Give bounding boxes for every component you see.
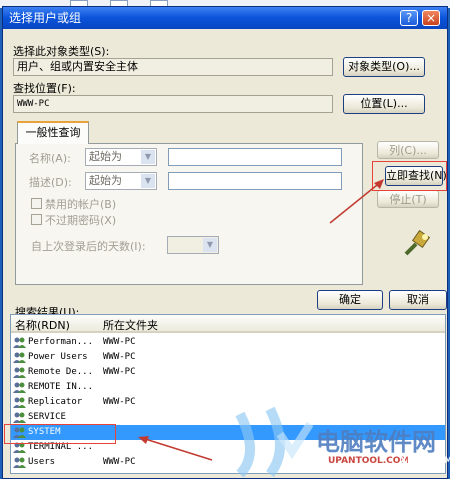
watermark-site: XP85.COM [400,456,450,466]
close-button[interactable]: × [422,10,440,26]
title-bar: 选择用户或组 ? × [3,7,447,29]
row-name: REMOTE IN... [28,382,94,392]
results-header: 名称(RDN) 所在文件夹 [11,315,445,333]
row-name: Remote De... [28,367,94,377]
no-expire-password-label: 不过期密码(X) [45,214,117,227]
arrow-annotation [138,436,213,461]
days-since-logon-select[interactable]: ▼ [167,236,219,254]
row-folder: WWW-PC [103,457,136,467]
row-folder: WWW-PC [103,367,136,377]
days-since-logon-label: 自上次登录后的天数(I): [31,240,146,253]
description-mode-select[interactable]: 起始为 ▼ [85,172,157,190]
object-type-value: 用户、组或内置安全主体 [13,58,333,76]
description-input[interactable] [168,172,342,190]
row-folder: WWW-PC [103,352,136,362]
user-group-icon [13,382,26,393]
location-label: 查找位置(F): [13,82,76,95]
row-name: Performan... [28,337,94,347]
row-folder: WWW-PC [103,337,136,347]
row-folder: WWW-PC [103,397,136,407]
row-name: Users [28,457,56,467]
user-group-icon [13,352,26,363]
row-name: Replicator [28,397,83,407]
row-name: SERVICE [28,412,66,422]
chevron-down-icon: ▼ [203,238,217,252]
name-mode-value: 起始为 [89,150,122,163]
description-label: 描述(D): [29,176,72,189]
name-input[interactable] [168,148,342,166]
row-name: Power Users [28,352,88,362]
watermark: 电脑软件网 UPANTOOL.COM XP85.COM [230,398,450,479]
search-flashlight-icon [404,230,431,256]
location-value: WWW-PC [13,95,333,113]
help-button[interactable]: ? [400,10,418,26]
column-header-name[interactable]: 名称(RDN) [15,317,70,333]
description-mode-value: 起始为 [89,174,122,187]
chevron-down-icon: ▼ [141,150,155,164]
name-label: 名称(A): [29,152,71,165]
user-group-icon [13,397,26,408]
no-expire-password-checkbox[interactable] [31,214,42,225]
table-row[interactable]: Performan... WWW-PC [11,335,445,350]
user-group-icon [13,337,26,348]
table-row[interactable]: REMOTE IN... [11,380,445,395]
watermark-logo-icon [235,406,314,478]
watermark-url: UPANTOOL.COM [328,456,410,466]
object-type-label: 选择此对象类型(S): [13,45,110,58]
tab-general-query[interactable]: 一般性查询 [17,121,89,144]
user-group-icon [13,367,26,378]
watermark-brand: 电脑软件网 [316,428,436,456]
table-row[interactable]: Remote De... WWW-PC [11,365,445,380]
highlight-annotation [4,424,116,444]
ok-button[interactable]: 确定 [317,290,383,310]
object-types-button[interactable]: 对象类型(O)... [343,57,425,77]
columns-button[interactable]: 列(C)... [377,141,439,159]
locations-button[interactable]: 位置(L)... [343,94,425,114]
table-row[interactable]: Power Users WWW-PC [11,350,445,365]
user-group-icon [13,412,26,423]
column-header-folder[interactable]: 所在文件夹 [103,317,158,333]
arrow-annotation [329,179,384,224]
cancel-button[interactable]: 取消 [389,290,447,310]
disabled-accounts-label: 禁用的帐户(B) [45,198,117,211]
disabled-accounts-checkbox[interactable] [31,198,42,209]
user-group-icon [13,457,26,468]
chevron-down-icon: ▼ [141,174,155,188]
name-mode-select[interactable]: 起始为 ▼ [85,148,157,166]
dialog-title: 选择用户或组 [9,11,82,25]
